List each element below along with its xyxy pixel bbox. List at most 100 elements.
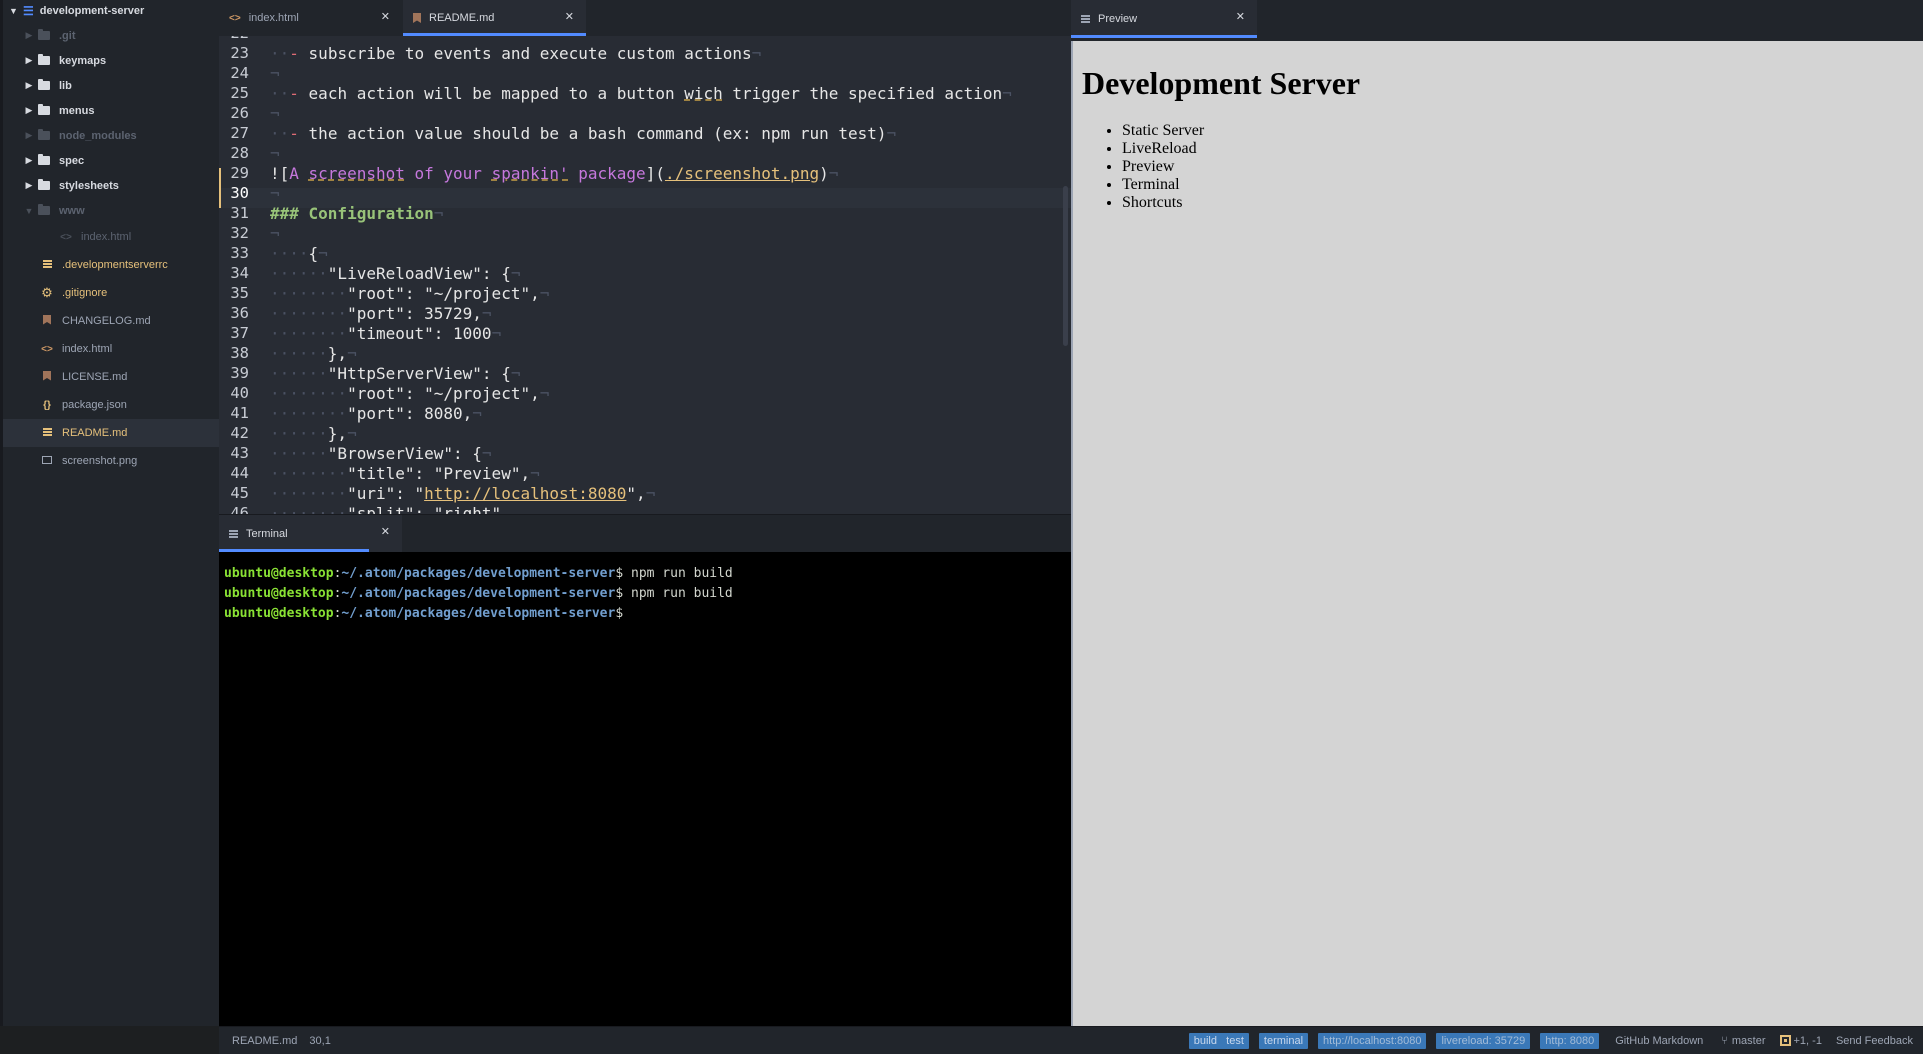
active-tab-indicator [1071, 35, 1257, 38]
tree-file[interactable]: README.md [3, 419, 219, 447]
tree-folder[interactable]: ▶ lib [3, 73, 219, 98]
line-number: 32 [230, 224, 249, 242]
folder-icon [35, 153, 53, 167]
terminal-icon [229, 529, 238, 538]
tree-folder[interactable]: ▶ menus [3, 98, 219, 123]
image-file-icon [38, 455, 56, 467]
close-icon[interactable]: ✕ [381, 10, 390, 23]
tree-file[interactable]: .developmentserverrc [3, 251, 219, 279]
chevron-right-icon[interactable]: ▶ [23, 155, 35, 166]
tab-label: README.md [429, 12, 495, 24]
git-branch[interactable]: ⑂ master [1721, 1035, 1765, 1047]
tree-file[interactable]: screenshot.png [3, 447, 219, 475]
code-line: ········"title": "Preview",¬ [270, 464, 540, 483]
code-line: ········"split": "right" [270, 504, 502, 514]
chevron-down-icon[interactable]: ▼ [23, 206, 35, 216]
line-number: 35 [230, 284, 249, 302]
tree-folder[interactable]: ▶ spec [3, 148, 219, 173]
git-diff-stats[interactable]: +1, -1 [1779, 1035, 1822, 1047]
status-cursor-position[interactable]: 30,1 [309, 1035, 330, 1047]
tree-item-label: keymaps [59, 54, 107, 67]
line-number: 28 [230, 144, 249, 162]
tree-folder[interactable]: ▼ www [3, 198, 219, 223]
tree-file[interactable]: <> index.html [3, 335, 219, 363]
tree-folder[interactable]: ▶ stylesheets [3, 173, 219, 198]
action-buttons: build test [1188, 1032, 1249, 1049]
chevron-right-icon[interactable]: ▶ [23, 130, 35, 141]
tree-file[interactable]: LICENSE.md [3, 363, 219, 391]
tab-index-html[interactable]: <> index.html ✕ [219, 0, 402, 36]
line-number: 34 [230, 264, 249, 282]
tab-readme-md[interactable]: README.md ✕ [403, 0, 586, 36]
browser-preview-button[interactable]: http://localhost:8080 [1318, 1032, 1427, 1049]
link-url[interactable]: http://localhost:8080 [424, 484, 626, 503]
terminal-tab-bar: Terminal ✕ [219, 514, 1071, 552]
terminal-panel[interactable]: ubuntu@desktop:~/.atom/packages/developm… [219, 552, 1071, 1026]
git-branch-icon: ⑂ [1721, 1034, 1728, 1047]
tree-file[interactable]: {} package.json [3, 391, 219, 419]
tab-preview[interactable]: Preview ✕ [1071, 0, 1257, 38]
send-feedback-link[interactable]: Send Feedback [1836, 1035, 1913, 1047]
code-line: ········"root": "~/project",¬ [270, 284, 550, 303]
terminal-output: ubuntu@desktop:~/.atom/packages/developm… [224, 564, 1066, 624]
code-line: ### Configuration¬ [270, 204, 444, 223]
tree-file[interactable]: CHANGELOG.md [3, 307, 219, 335]
code-line: ··- the action value should be a bash co… [270, 124, 897, 143]
tab-label: index.html [248, 12, 299, 24]
link-url[interactable]: ./screenshot.png [665, 164, 819, 183]
folder-icon [35, 28, 53, 42]
preview-pane: Development Server Static ServerLiveRelo… [1071, 41, 1923, 1026]
tree-folder[interactable]: ▶ node_modules [3, 123, 219, 148]
chevron-right-icon[interactable]: ▶ [23, 30, 35, 41]
grammar-selector[interactable]: GitHub Markdown [1615, 1035, 1703, 1047]
tree-file[interactable]: <> index.html [3, 223, 219, 251]
line-number: 41 [230, 404, 249, 422]
code-editor[interactable]: 22 23 24 25 26 27 28 29 30 31 32 33 34 35 36 37 38 39 40 41… [219, 36, 1071, 514]
code-line: ¬ [270, 144, 280, 163]
tab-label: Terminal [246, 527, 288, 540]
line-number: 40 [230, 384, 249, 402]
code-line: ········"port": 8080,¬ [270, 404, 482, 423]
status-file-name[interactable]: README.md [232, 1035, 297, 1047]
preview-tab-bar: Preview ✕ [1071, 0, 1923, 41]
chevron-right-icon[interactable]: ▶ [23, 105, 35, 116]
tree-item-label: index.html [81, 231, 132, 243]
terminal-button[interactable]: terminal [1258, 1032, 1309, 1049]
chevron-right-icon[interactable]: ▶ [23, 180, 35, 191]
chevron-right-icon[interactable]: ▶ [23, 80, 35, 91]
close-icon[interactable]: ✕ [1236, 10, 1245, 23]
code-line: ········"root": "~/project",¬ [270, 384, 550, 403]
build-button[interactable]: build [1194, 1035, 1217, 1047]
tree-file[interactable]: ⚙ .gitignore [3, 279, 219, 307]
tree-view: ▼ ☰ development-server ▶ .git ▶ keymaps ▶ lib… [0, 0, 219, 1026]
code-line: ¬ [270, 64, 280, 83]
terminal-line: ubuntu@desktop:~/.atom/packages/developm… [224, 606, 631, 621]
http-server-button[interactable]: http: 8080 [1540, 1032, 1600, 1049]
tree-folder[interactable]: ▶ keymaps [3, 48, 219, 73]
book-icon [413, 13, 421, 23]
tree-item-label: spec [59, 154, 85, 167]
close-icon[interactable]: ✕ [381, 525, 390, 538]
close-icon[interactable]: ✕ [565, 10, 574, 23]
line-number: 29 [230, 164, 249, 182]
livereload-button[interactable]: livereload: 35729 [1436, 1032, 1531, 1049]
line-number: 39 [230, 364, 249, 382]
tree-root[interactable]: ▼ ☰ development-server [3, 0, 219, 23]
code-line: ¬ [270, 104, 280, 123]
line-number: 25 [230, 84, 249, 102]
line-number: 26 [230, 104, 249, 122]
tree-folder[interactable]: ▶ .git [3, 23, 219, 48]
diff-icon [1779, 1035, 1791, 1047]
code-line: ![A screenshot of your spankin' package]… [270, 164, 839, 183]
test-button[interactable]: test [1226, 1035, 1244, 1047]
code-line: ··- subscribe to events and execute cust… [270, 44, 762, 63]
code-icon: <> [60, 232, 72, 243]
project-name: development-server [39, 5, 145, 17]
vertical-scrollbar[interactable] [1063, 186, 1068, 346]
code-line: ········"uri": "http://localhost:8080",¬ [270, 484, 656, 503]
line-number: 33 [230, 244, 249, 262]
code-line: ········"port": 35729,¬ [270, 304, 492, 323]
tab-terminal[interactable]: Terminal ✕ [219, 515, 402, 552]
tree-item-label: CHANGELOG.md [62, 315, 151, 327]
chevron-right-icon[interactable]: ▶ [23, 55, 35, 66]
